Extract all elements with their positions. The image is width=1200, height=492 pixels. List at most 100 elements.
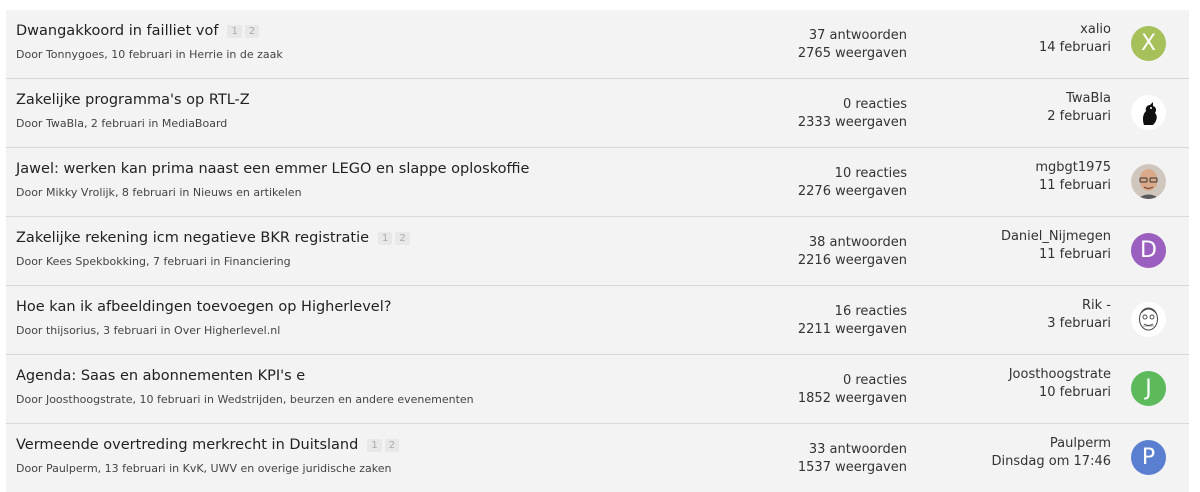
topic-author-link[interactable]: Tonnygoes: [46, 48, 104, 61]
topic-forum-link[interactable]: Over Higherlevel.nl: [174, 324, 280, 337]
page-link[interactable]: 1: [227, 24, 242, 38]
last-post-info: mgbgt1975 11 februari: [1035, 159, 1111, 195]
meta-prefix: Door: [16, 462, 46, 475]
user-avatar[interactable]: D: [1131, 233, 1166, 268]
view-count: 2276 weergaven: [797, 184, 907, 199]
last-post-date: 11 februari: [1038, 247, 1111, 262]
last-post-user-link[interactable]: Rik -: [1047, 297, 1111, 315]
last-post-info: Paulperm Dinsdag om 17:46: [992, 435, 1111, 471]
topic-title-link[interactable]: Dwangakkoord in failliet vof: [16, 23, 218, 39]
last-post-date: 2 februari: [1047, 109, 1111, 124]
page-link[interactable]: 2: [244, 24, 260, 38]
last-post-user-link[interactable]: mgbgt1975: [1035, 159, 1111, 177]
topic-stats: 37 antwoorden 2765 weergaven: [798, 27, 907, 63]
topic-stats: 0 reacties 2333 weergaven: [798, 96, 907, 132]
reply-count: 0 reacties: [842, 97, 907, 112]
topic-title-line: Zakelijke rekening icm negatieve BKR reg…: [16, 230, 410, 246]
meta-date: , 8 februari in: [114, 186, 193, 199]
view-count: 1852 weergaven: [797, 391, 907, 406]
last-post-user-link[interactable]: TwaBla: [1047, 90, 1111, 108]
meta-prefix: Door: [16, 48, 46, 61]
reply-count: 0 reacties: [842, 373, 907, 388]
user-avatar[interactable]: X: [1131, 26, 1166, 61]
meta-prefix: Door: [16, 186, 46, 199]
topic-title-line: Dwangakkoord in failliet vof 1 2: [16, 23, 260, 39]
last-post-user-link[interactable]: xalio: [1039, 21, 1111, 39]
topic-forum-link[interactable]: Herrie in de zaak: [189, 48, 283, 61]
topic-list: Dwangakkoord in failliet vof 1 2 Door Tonny…: [6, 10, 1189, 492]
last-post-date: 10 februari: [1038, 385, 1111, 400]
topic-stats: 10 reacties 2276 weergaven: [798, 165, 907, 201]
last-post-info: Joosthoogstrate 10 februari: [1009, 366, 1111, 402]
topic-forum-link[interactable]: Wedstrijden, beurzen en andere evenement…: [217, 393, 473, 406]
page-link[interactable]: 1: [367, 438, 382, 452]
topic-forum-link[interactable]: MediaBoard: [162, 117, 227, 130]
topic-title-link[interactable]: Hoe kan ik afbeeldingen toevoegen op Hig…: [16, 299, 391, 315]
view-count: 2765 weergaven: [797, 46, 907, 61]
user-avatar[interactable]: P: [1131, 440, 1166, 475]
topic-author-link[interactable]: Paulperm: [46, 462, 98, 475]
meta-date: , 10 februari in: [104, 48, 190, 61]
last-post-user-link[interactable]: Joosthoogstrate: [1009, 366, 1111, 384]
meta-date: , 7 februari in: [145, 255, 224, 268]
user-avatar[interactable]: J: [1131, 371, 1166, 406]
topic-forum-link[interactable]: KvK, UWV en overige juridische zaken: [183, 462, 392, 475]
page-link[interactable]: 2: [384, 438, 400, 452]
last-post-user-link[interactable]: Paulperm: [992, 435, 1111, 453]
reply-count: 10 reacties: [834, 166, 907, 181]
topic-meta: Door Paulperm, 13 februari in KvK, UWV e…: [16, 462, 391, 475]
topic-author-link[interactable]: TwaBla: [46, 117, 84, 130]
reply-count: 38 antwoorden: [808, 235, 907, 250]
page-link[interactable]: 1: [378, 231, 393, 245]
reply-count: 33 antwoorden: [808, 442, 907, 457]
view-count: 2211 weergaven: [797, 322, 907, 337]
topic-forum-link[interactable]: Nieuws en artikelen: [193, 186, 302, 199]
topic-stats: 38 antwoorden 2216 weergaven: [798, 234, 907, 270]
topic-pagination: 12: [367, 438, 400, 452]
topic-row: Vermeende overtreding merkrecht in Duits…: [6, 424, 1189, 492]
last-post-date: 3 februari: [1047, 316, 1111, 331]
page-link[interactable]: 2: [395, 231, 410, 245]
last-post-date: 14 februari: [1038, 40, 1111, 55]
last-post-info: Rik -3 februari: [1047, 297, 1111, 333]
topic-title-link[interactable]: Jawel: werken kan prima naast een emmer …: [16, 161, 529, 177]
last-post-user-link[interactable]: Daniel_Nijmegen: [1001, 228, 1111, 246]
topic-meta: Door thijsorius, 3 februari in Over High…: [16, 324, 280, 337]
topic-meta: Door Joosthoogstrate, 10 februari in Wed…: [16, 393, 474, 406]
meta-prefix: Door: [16, 324, 46, 337]
topic-row: Hoe kan ik afbeeldingen toevoegen op Hig…: [6, 286, 1189, 355]
topic-row: Zakelijke programma's op RTL-Z Door TwaBl…: [6, 79, 1189, 148]
topic-title-line: Zakelijke programma's op RTL-Z: [16, 92, 250, 108]
topic-meta: Door Mikky Vrolijk, 8 februari in Nieuws…: [16, 186, 302, 199]
view-count: 1537 weergaven: [797, 460, 907, 475]
topic-author-link[interactable]: Kees Spekbokking: [46, 255, 146, 268]
topic-title-link[interactable]: Zakelijke programma's op RTL-Z: [16, 92, 250, 108]
bird-silhouette-avatar[interactable]: [1131, 95, 1166, 130]
topic-title-link[interactable]: Vermeende overtreding merkrecht in Duits…: [16, 437, 358, 453]
topic-pagination: 12: [378, 231, 410, 245]
topic-author-link[interactable]: Mikky Vrolijk: [46, 186, 115, 199]
topic-meta: Door Kees Spekbokking, 7 februari in Fin…: [16, 255, 291, 268]
topic-row: Agenda: Saas en abonnementen KPI's e Door…: [6, 355, 1189, 424]
topic-stats: 0 reacties 1852 weergaven: [798, 372, 907, 408]
meta-date: , 3 februari in: [96, 324, 175, 337]
meta-prefix: Door: [16, 255, 46, 268]
last-post-info: TwaBla 2 februari: [1047, 90, 1111, 126]
topic-forum-link[interactable]: Financiering: [224, 255, 291, 268]
face-photo-avatar[interactable]: [1131, 164, 1166, 199]
topic-author-link[interactable]: Joosthoogstrate: [46, 393, 133, 406]
last-post-date: 11 februari: [1038, 178, 1111, 193]
topic-title-link[interactable]: Agenda: Saas en abonnementen KPI's e: [16, 368, 305, 384]
reply-count: 37 antwoorden: [808, 28, 907, 43]
topic-title-link[interactable]: Zakelijke rekening icm negatieve BKR reg…: [16, 230, 369, 246]
meta-date: , 13 februari in: [97, 462, 183, 475]
topic-row: Jawel: werken kan prima naast een emmer …: [6, 148, 1189, 217]
topic-author-link[interactable]: thijsorius: [46, 324, 96, 337]
last-post-date: Dinsdag om 17:46: [991, 454, 1111, 469]
last-post-info: xalio 14 februari: [1039, 21, 1111, 57]
topic-pagination: 12: [227, 24, 260, 38]
meta-prefix: Door: [16, 117, 46, 130]
topic-title-line: Vermeende overtreding merkrecht in Duits…: [16, 437, 400, 453]
sketch-face-avatar[interactable]: [1131, 302, 1166, 337]
topic-meta: Door TwaBla, 2 februari in MediaBoard: [16, 117, 227, 130]
